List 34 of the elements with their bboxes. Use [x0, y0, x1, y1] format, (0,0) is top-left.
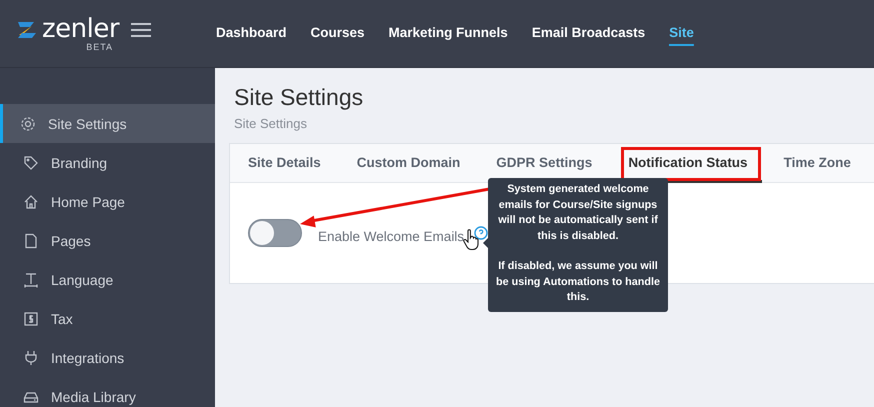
sidebar-item[interactable]: Tax: [0, 299, 215, 338]
sidebar-item[interactable]: Integrations: [0, 338, 215, 377]
help-icon[interactable]: [474, 226, 488, 240]
tab[interactable]: Time Zone: [770, 144, 865, 183]
sidebar-item[interactable]: Language: [0, 260, 215, 299]
plug-icon: [23, 350, 39, 366]
tab[interactable]: Site Details: [234, 144, 335, 183]
hand-cursor-icon: [463, 229, 479, 251]
text-icon: [23, 272, 39, 288]
breadcrumb: Site Settings: [234, 116, 308, 131]
sidebar-item[interactable]: Site Settings: [0, 104, 215, 143]
sidebar-item[interactable]: Pages: [0, 221, 215, 260]
tag-icon: [23, 154, 39, 170]
logo-icon: [16, 20, 38, 40]
page-icon: [23, 232, 39, 248]
home-icon: [23, 194, 39, 210]
tooltip-text: If disabled, we assume you will be using Automations to handle this.: [495, 259, 661, 305]
tab[interactable]: Custom Domain: [342, 144, 474, 183]
tooltip-text: System generated welcome emails for Course/Site signups will not be automatically sent if this is disabled.: [497, 182, 659, 244]
setting-label: Enable Welcome Emails: [318, 228, 464, 244]
beta-label: BETA: [86, 42, 114, 52]
nav-link[interactable]: Dashboard: [216, 0, 287, 67]
logo-text: zenler: [42, 16, 120, 42]
sidebar-item[interactable]: Home Page: [0, 182, 215, 221]
sidebar-item[interactable]: Branding: [0, 143, 215, 182]
nav-link[interactable]: Courses: [310, 0, 365, 67]
nav-link[interactable]: Marketing Funnels: [388, 0, 508, 67]
gear-icon: [20, 116, 36, 132]
sidebar-item[interactable]: Media Library: [0, 377, 215, 407]
menu-icon[interactable]: [131, 22, 152, 38]
nav-link[interactable]: Email Broadcasts: [532, 0, 646, 67]
page-title: Site Settings: [234, 84, 364, 110]
dollar-icon: [23, 310, 39, 326]
toggle-switch[interactable]: [248, 219, 302, 247]
